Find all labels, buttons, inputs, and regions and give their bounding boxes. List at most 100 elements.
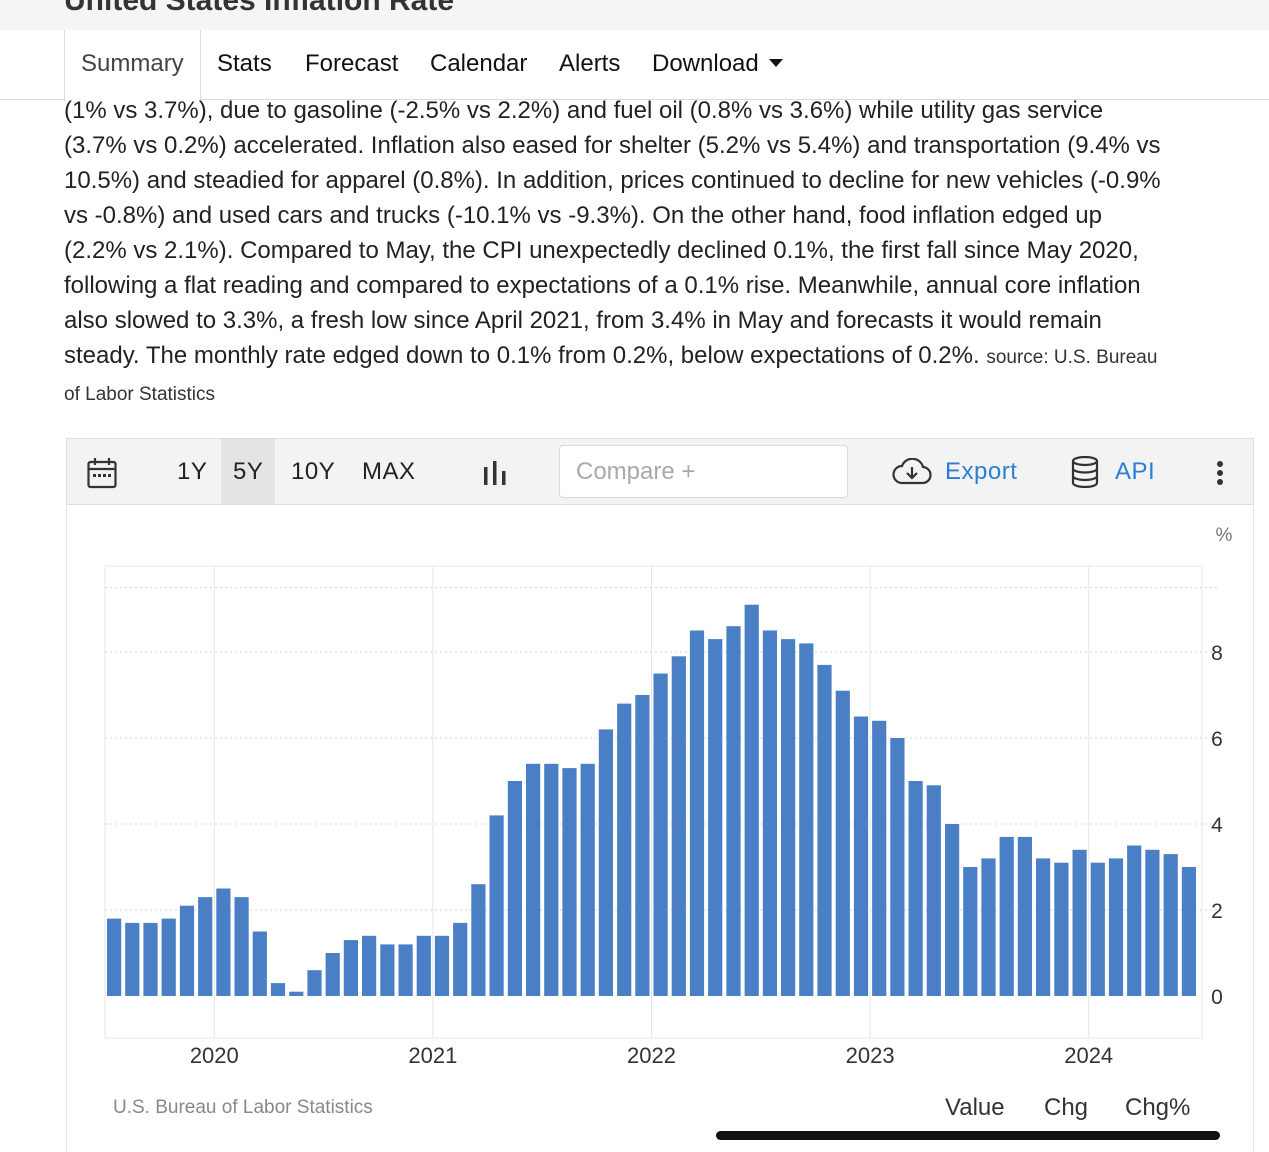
bar-2024-05[interactable] (1163, 854, 1178, 996)
value-tab[interactable]: Value (945, 1094, 1005, 1122)
article-text: (1% vs 3.7%), due to gasoline (-2.5% vs … (64, 93, 1255, 415)
article-line: (2.2% vs 2.1%). Compared to May, the CPI… (64, 237, 1139, 264)
bar-2021-09[interactable] (580, 763, 595, 996)
chg-tab[interactable]: Chg (1044, 1094, 1088, 1122)
compare-input[interactable]: Compare + (559, 445, 848, 498)
cloud-download-icon[interactable] (892, 458, 932, 486)
bar-2023-05[interactable] (945, 824, 960, 996)
bar-2023-02[interactable] (890, 738, 905, 996)
export-button[interactable]: Export (945, 439, 1017, 504)
bar-2024-02[interactable] (1108, 858, 1124, 996)
bar-2024-06[interactable] (1181, 867, 1196, 996)
bar-2019-12[interactable] (198, 897, 213, 996)
tab-summary[interactable]: Summary (64, 30, 201, 101)
x-tick-label: 2023 (846, 1043, 895, 1068)
bar-chart-icon[interactable] (483, 461, 507, 485)
bar-2019-11[interactable] (179, 905, 195, 996)
range-1y[interactable]: 1Y (175, 439, 209, 504)
source-label: source: U.S. Bureau (986, 347, 1158, 368)
bar-2023-12[interactable] (1072, 849, 1087, 996)
home-indicator (716, 1131, 1220, 1140)
y-tick-label: 8 (1211, 642, 1223, 665)
bar-2024-03[interactable] (1127, 845, 1142, 997)
bar-2021-06[interactable] (526, 763, 541, 996)
bar-2023-03[interactable] (908, 781, 923, 996)
tab-forecast[interactable]: Forecast (305, 30, 398, 100)
bar-2022-03[interactable] (689, 630, 705, 997)
bar-2021-12[interactable] (635, 695, 650, 996)
bar-2019-09[interactable] (143, 922, 158, 996)
bar-2023-09[interactable] (1017, 836, 1032, 996)
bar-2020-05[interactable] (289, 991, 304, 996)
range-max[interactable]: MAX (360, 439, 418, 504)
bar-2019-08[interactable] (125, 922, 140, 996)
database-icon[interactable] (1071, 456, 1099, 488)
article-line: following a flat reading and compared to… (64, 272, 1141, 299)
api-button[interactable]: API (1115, 439, 1155, 504)
bar-2020-12[interactable] (416, 935, 431, 996)
tab-download-label: Download (652, 50, 759, 77)
range-10y[interactable]: 10Y (289, 439, 337, 504)
bar-2022-06[interactable] (744, 604, 759, 996)
bar-2023-08[interactable] (999, 836, 1014, 996)
bar-2021-01[interactable] (434, 935, 450, 996)
bar-2023-01[interactable] (872, 720, 887, 996)
bar-2021-08[interactable] (562, 768, 577, 996)
tab-stats[interactable]: Stats (217, 30, 272, 100)
bar-2020-04[interactable] (270, 983, 286, 996)
bar-2022-07[interactable] (762, 630, 777, 997)
bar-2021-11[interactable] (617, 703, 632, 996)
more-vertical-icon[interactable] (1216, 460, 1224, 486)
bar-2022-05[interactable] (726, 626, 741, 996)
bar-2021-05[interactable] (507, 781, 522, 996)
bar-2021-04[interactable] (489, 815, 504, 996)
article-line: steady. The monthly rate edged down to 0… (64, 338, 1255, 375)
tab-download[interactable]: Download (652, 30, 783, 100)
bar-2020-09[interactable] (362, 935, 377, 996)
bar-2022-12[interactable] (853, 716, 869, 997)
bar-2020-01[interactable] (216, 888, 231, 997)
range-5y[interactable]: 5Y (221, 439, 276, 504)
bar-2022-04[interactable] (708, 639, 723, 996)
y-unit-label: % (1216, 525, 1233, 546)
bar-2021-02[interactable] (453, 922, 468, 996)
bar-2021-10[interactable] (598, 729, 613, 996)
bar-2019-10[interactable] (161, 918, 176, 996)
bar-2024-04[interactable] (1145, 849, 1160, 996)
page-title: United States Inflation Rate (64, 0, 455, 17)
bar-2022-01[interactable] (653, 673, 668, 997)
bar-2023-11[interactable] (1054, 862, 1069, 996)
article-line: (1% vs 3.7%), due to gasoline (-2.5% vs … (64, 97, 1104, 124)
bar-2022-10[interactable] (817, 664, 832, 996)
bar-2022-09[interactable] (799, 643, 814, 996)
bar-2020-03[interactable] (252, 931, 267, 997)
bar-2020-06[interactable] (307, 970, 322, 996)
chg-pct-tab[interactable]: Chg% (1125, 1094, 1190, 1122)
bar-2021-03[interactable] (471, 884, 486, 996)
bar-2019-07[interactable] (107, 918, 122, 996)
bar-2022-11[interactable] (835, 690, 850, 996)
bar-2020-11[interactable] (398, 944, 413, 996)
calendar-icon[interactable] (87, 457, 117, 489)
tab-bar: Summary Stats Forecast Calendar Alerts D… (0, 30, 1269, 101)
y-tick-label: 6 (1211, 728, 1223, 751)
article-line: 10.5%) and steadied for apparel (0.8%). … (64, 167, 1161, 194)
bar-2020-10[interactable] (380, 944, 395, 996)
inflation-bar-chart: % 0 2 4 6 8 2020 2021 2022 2023 2024 (104, 525, 1233, 1068)
bar-2023-04[interactable] (926, 785, 941, 996)
bar-2023-06[interactable] (963, 867, 978, 996)
bar-2024-01[interactable] (1090, 862, 1105, 996)
tab-alerts[interactable]: Alerts (559, 30, 620, 100)
x-tick-label: 2021 (408, 1043, 457, 1068)
bar-2022-08[interactable] (781, 639, 796, 996)
bar-2020-07[interactable] (325, 953, 340, 996)
bar-2020-02[interactable] (234, 897, 249, 996)
bar-2023-07[interactable] (981, 858, 996, 996)
bar-2020-08[interactable] (343, 940, 358, 996)
tab-calendar[interactable]: Calendar (430, 30, 527, 100)
bar-2021-07[interactable] (544, 763, 559, 996)
source-label-cont: of Labor Statistics (64, 384, 216, 405)
article-line: also slowed to 3.3%, a fresh low since A… (64, 307, 1102, 334)
bar-2022-02[interactable] (671, 656, 686, 996)
bar-2023-10[interactable] (1036, 858, 1051, 996)
